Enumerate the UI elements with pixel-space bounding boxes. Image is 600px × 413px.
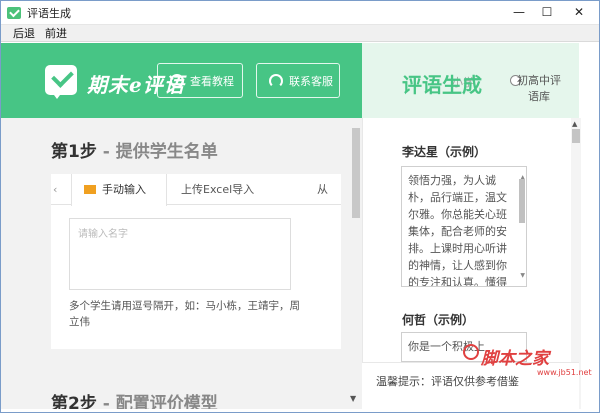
tutorial-label: 查看教程 <box>190 74 234 88</box>
right-header: 小学 评语生成 初高中评语库 <box>362 43 579 118</box>
scroll-down-icon[interactable]: ▼ <box>520 267 525 284</box>
watermark-sub: www.jb51.net <box>537 368 592 377</box>
minimize-button[interactable]: — <box>507 2 531 22</box>
menu-back[interactable]: 后退 <box>13 25 35 41</box>
generate-title: 评语生成 <box>402 73 482 97</box>
example1-title: 李达星（示例） <box>402 145 487 159</box>
menu-bar: 后退 前进 <box>1 25 599 42</box>
service-label: 联系客服 <box>289 74 333 88</box>
app-window: 评语生成 — ☐ ✕ 后退 前进 期末ℯ评语 查看教程 联系客服 小学 评语生成… <box>0 0 600 413</box>
student-names-input[interactable] <box>69 218 291 290</box>
example1-text: 领悟力强，为人诚朴，品行端正，温文尔雅。你总能关心班集体，配合老师的安排。上课时… <box>408 174 507 287</box>
tutorial-icon <box>170 73 184 88</box>
example1-scroll-thumb[interactable] <box>519 179 525 223</box>
left-scrollbar-thumb[interactable] <box>352 128 360 218</box>
window-title: 评语生成 <box>27 6 71 20</box>
input-hint: 多个学生请用逗号隔开，如：马小栋，王靖宇，周立伟 <box>69 300 300 328</box>
level-label[interactable]: 初高中评语库 <box>514 73 564 105</box>
app-check-icon <box>7 6 21 19</box>
config-panel: 第1步 - 提供学生名单 ‹ 手动输入 上传Excel导入 从 多个学生请用逗号… <box>1 118 362 409</box>
title-bar: 评语生成 — ☐ ✕ <box>1 1 599 25</box>
headset-icon <box>269 73 283 88</box>
step2-number: 第2步 <box>51 394 97 409</box>
step1-number: 第1步 <box>51 142 97 162</box>
logo-bubble-tail <box>51 91 63 99</box>
menu-forward[interactable]: 前进 <box>45 25 67 41</box>
input-tabs: ‹ 手动输入 上传Excel导入 从 <box>51 174 341 206</box>
watermark: 脚本之家 www.jb51.net <box>463 344 592 384</box>
tab-more[interactable]: 从 <box>317 174 328 205</box>
tab-manual-label: 手动输入 <box>102 183 146 196</box>
step1-title: - 提供学生名单 <box>96 142 218 162</box>
close-button[interactable]: ✕ <box>560 2 598 22</box>
right-scroll-up-icon[interactable]: ▲ <box>572 120 577 128</box>
header-banner: 期末ℯ评语 查看教程 联系客服 <box>1 43 362 118</box>
manual-input-icon <box>84 185 96 194</box>
example1-textbox[interactable]: 领悟力强，为人诚朴，品行端正，温文尔雅。你总能关心班集体，配合老师的安排。上课时… <box>401 166 527 287</box>
view-tutorial-button[interactable]: 查看教程 <box>157 63 243 98</box>
right-scrollbar-thumb[interactable] <box>572 129 580 143</box>
watermark-main: 脚本之家 <box>481 349 549 369</box>
step1-heading: 第1步 - 提供学生名单 <box>51 137 218 162</box>
tab-manual-input[interactable]: 手动输入 <box>71 174 167 206</box>
example2-title: 何哲（示例） <box>402 313 475 327</box>
tab-excel-import[interactable]: 上传Excel导入 <box>181 174 254 205</box>
left-scroll-down-icon[interactable]: ▼ <box>350 394 356 403</box>
student-list-card: ‹ 手动输入 上传Excel导入 从 多个学生请用逗号隔开，如：马小栋，王靖宇，… <box>51 174 341 349</box>
contact-service-button[interactable]: 联系客服 <box>256 63 340 98</box>
step2-title: - 配置评价模型 <box>96 394 218 409</box>
watermark-logo-icon <box>463 344 479 360</box>
step2-heading: 第2步 - 配置评价模型 <box>51 389 218 409</box>
maximize-button[interactable]: ☐ <box>535 2 559 22</box>
tab-scroll-left-icon[interactable]: ‹ <box>53 183 57 196</box>
